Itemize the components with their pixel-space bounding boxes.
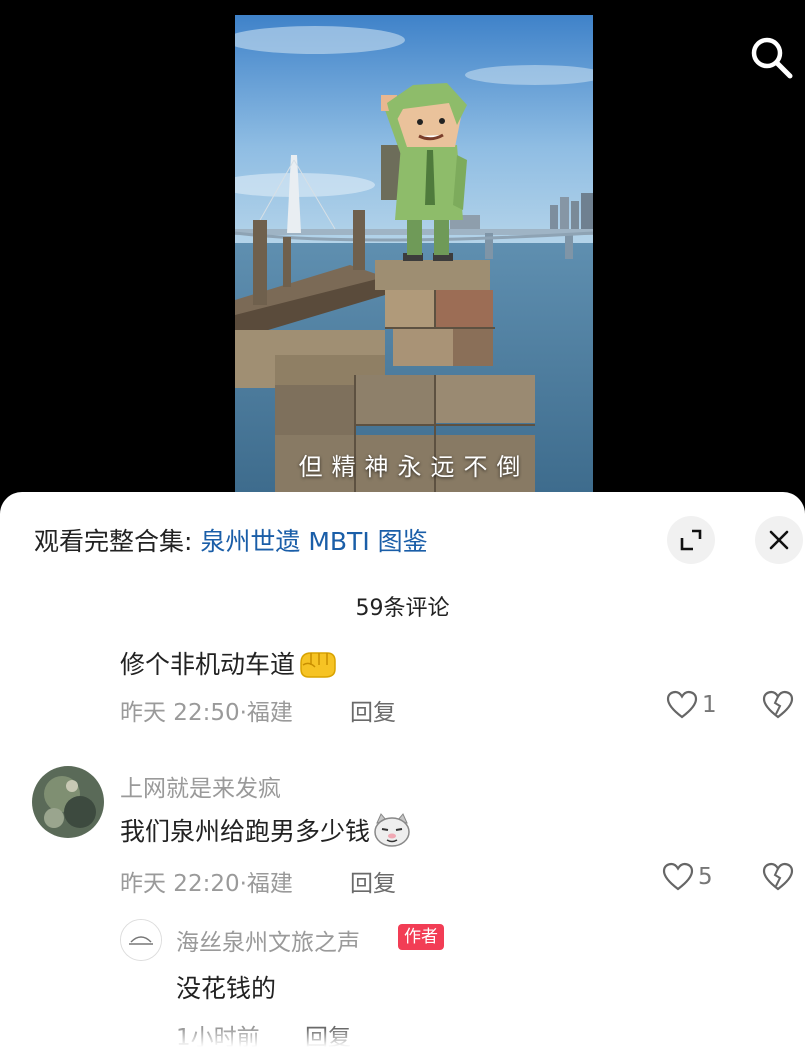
comment-meta: 昨天 22:20·福建 [120, 871, 293, 897]
comment-text: 我们泉州给跑男多少钱 [120, 812, 412, 848]
reply-body: 没花钱的 [176, 974, 277, 1003]
video-still-image [235, 15, 593, 492]
reply-avatar[interactable] [120, 919, 162, 961]
heart-icon [662, 862, 694, 891]
collection-name[interactable]: 泉州世遗 MBTI 图鉴 [200, 527, 427, 556]
collection-prefix: 观看完整合集: [34, 527, 201, 556]
broken-heart-icon [762, 690, 794, 719]
search-button[interactable] [748, 34, 794, 80]
reply-avatar-logo [121, 920, 161, 960]
comment-time: 昨天 22:20 [120, 871, 240, 897]
dislike-button[interactable] [762, 690, 794, 724]
video-player[interactable]: 但精神永远不倒 [0, 0, 805, 500]
reply-text: 没花钱的 [176, 969, 276, 1005]
reply-button[interactable]: 回复 [350, 864, 396, 898]
like-button[interactable]: 5 [662, 862, 713, 892]
video-subtitle: 但精神永远不倒 [298, 453, 530, 481]
comment-time: 昨天 22:50 [120, 700, 240, 726]
video-frame[interactable]: 但精神永远不倒 [235, 15, 593, 492]
reply-username[interactable]: 海丝泉州文旅之声 [176, 923, 360, 957]
comment-body: 修个非机动车道 [120, 650, 296, 679]
close-icon [769, 530, 789, 550]
author-badge: 作者 [398, 924, 444, 950]
heart-icon [666, 690, 698, 719]
comments-header: 观看完整合集: 泉州世遗 MBTI 图鉴 59条评论 [0, 492, 805, 621]
like-button[interactable]: 1 [666, 690, 717, 720]
broken-heart-icon [762, 862, 794, 891]
avatar[interactable] [32, 766, 104, 838]
expand-button[interactable] [667, 516, 715, 564]
fist-emoji-icon [300, 652, 336, 678]
comments-panel: 观看完整合集: 泉州世遗 MBTI 图鉴 59条评论 修个非机动车道 昨天 22… [0, 492, 805, 1047]
comment-meta: 昨天 22:50·福建 [120, 700, 293, 726]
like-count: 5 [698, 864, 713, 890]
close-button[interactable] [755, 516, 803, 564]
avatar-image [32, 766, 104, 838]
comment-body: 我们泉州给跑男多少钱 [120, 817, 371, 846]
collection-link[interactable]: 观看完整合集: 泉州世遗 MBTI 图鉴 [34, 522, 428, 558]
cat-emoji-icon [374, 813, 410, 847]
comment-text: 修个非机动车道 [120, 645, 337, 681]
comment-location: 福建 [246, 700, 293, 726]
reply-button[interactable]: 回复 [350, 693, 396, 727]
expand-icon [680, 529, 702, 551]
comment-location: 福建 [246, 871, 293, 897]
comment-username[interactable]: 上网就是来发疯 [120, 769, 281, 803]
bottom-fade [0, 1029, 805, 1047]
search-icon [751, 37, 793, 79]
comment-count: 59条评论 [355, 596, 450, 621]
dislike-button[interactable] [762, 862, 794, 896]
like-count: 1 [702, 692, 717, 718]
